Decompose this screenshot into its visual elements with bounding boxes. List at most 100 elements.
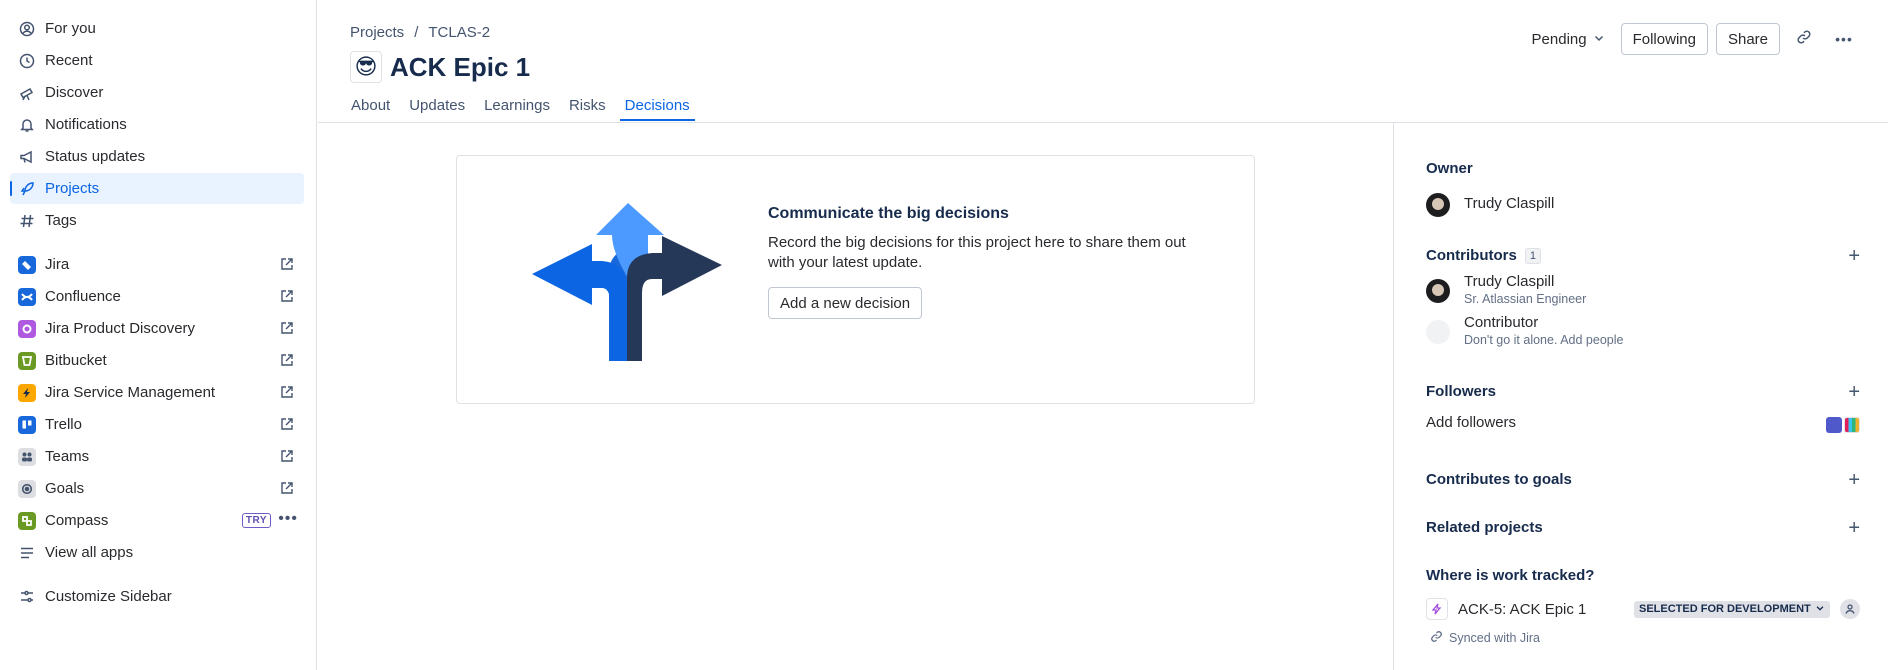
- bitbucket-icon: [18, 351, 36, 370]
- contributor-info: Trudy Claspill Sr. Atlassian Engineer: [1464, 273, 1586, 306]
- slack-app-icon: [1844, 417, 1860, 433]
- owner-person[interactable]: Trudy Claspill: [1426, 191, 1860, 217]
- sidebar-item-label: Trello: [45, 416, 82, 433]
- status-label: Pending: [1531, 30, 1587, 48]
- add-goal-plus-icon[interactable]: +: [1848, 470, 1860, 490]
- empty-state-text: Communicate the big decisions Record the…: [768, 205, 1188, 319]
- sidebar-app-goals[interactable]: Goals: [10, 473, 304, 504]
- add-follower-plus-icon[interactable]: +: [1848, 382, 1860, 402]
- tracked-item-name: ACK-5: ACK Epic 1: [1458, 600, 1587, 618]
- more-options-icon[interactable]: •••: [278, 510, 298, 528]
- tab-risks[interactable]: Risks: [564, 97, 611, 121]
- details-panel: Owner Trudy Claspill Contributors 1 + Tr…: [1393, 123, 1888, 670]
- contributor-person[interactable]: Trudy Claspill Sr. Atlassian Engineer: [1426, 273, 1860, 306]
- empty-state-description: Record the big decisions for this projec…: [768, 234, 1186, 271]
- work-tracked-heading: Where is work tracked?: [1426, 567, 1595, 584]
- sidebar-item-recent[interactable]: Recent: [10, 45, 304, 76]
- empty-avatar-icon: [1426, 320, 1450, 344]
- owner-heading: Owner: [1426, 160, 1473, 177]
- sidebar: For you Recent Discover Notifications St…: [0, 0, 317, 670]
- goals-icon: [18, 479, 36, 498]
- contributor-role: Sr. Atlassian Engineer: [1464, 292, 1587, 306]
- contributors-heading: Contributors 1: [1426, 247, 1860, 264]
- status-dropdown[interactable]: Pending: [1524, 23, 1613, 55]
- copy-link-button[interactable]: [1788, 23, 1820, 55]
- bell-icon: [18, 116, 36, 134]
- compass-icon: [18, 511, 36, 530]
- share-button[interactable]: Share: [1715, 23, 1780, 55]
- sidebar-item-label: Discover: [45, 84, 104, 101]
- avatar: [1426, 193, 1450, 217]
- add-decision-button[interactable]: Add a new decision: [768, 287, 923, 319]
- add-related-project-plus-icon[interactable]: +: [1848, 518, 1860, 538]
- external-link-icon: [280, 353, 294, 367]
- sidebar-item-projects[interactable]: Projects: [10, 173, 304, 204]
- sidebar-view-all-apps[interactable]: View all apps: [10, 537, 304, 568]
- goals-section: Contributes to goals +: [1426, 470, 1860, 490]
- breadcrumb-project-key[interactable]: TCLAS-2: [428, 24, 490, 41]
- add-followers-link[interactable]: Add followers: [1426, 414, 1860, 431]
- breadcrumb: Projects / TCLAS-2: [350, 24, 490, 41]
- sidebar-item-status-updates[interactable]: Status updates: [10, 141, 304, 172]
- sidebar-item-notifications[interactable]: Notifications: [10, 109, 304, 140]
- sidebar-item-label: Projects: [45, 180, 100, 197]
- assignee-icon[interactable]: [1840, 599, 1860, 619]
- sidebar-app-trello[interactable]: Trello: [10, 409, 304, 440]
- sidebar-item-label: Goals: [45, 480, 85, 497]
- tab-learnings[interactable]: Learnings: [479, 97, 555, 121]
- breadcrumb-projects[interactable]: Projects: [350, 24, 404, 41]
- chevron-down-icon: [1815, 603, 1825, 616]
- tracked-status-lozenge[interactable]: SELECTED FOR DEVELOPMENT: [1634, 600, 1830, 618]
- sidebar-item-label: Teams: [45, 448, 90, 465]
- external-link-icon: [280, 417, 294, 431]
- lightning-icon: [1426, 598, 1448, 620]
- sidebar-app-compass[interactable]: Compass TRY •••: [10, 505, 304, 536]
- sidebar-item-label: Customize Sidebar: [45, 588, 172, 605]
- teams-icon: [18, 447, 36, 466]
- external-link-icon: [280, 257, 294, 271]
- external-link-icon: [280, 385, 294, 399]
- following-button[interactable]: Following: [1620, 23, 1708, 55]
- add-contributor-plus-icon[interactable]: +: [1848, 246, 1860, 266]
- tab-about[interactable]: About: [346, 97, 395, 121]
- try-badge: TRY: [241, 513, 271, 528]
- sidebar-item-tags[interactable]: Tags: [10, 205, 304, 236]
- sidebar-item-label: Jira Product Discovery: [45, 320, 196, 337]
- more-horizontal-icon: •••: [1835, 31, 1853, 47]
- integrations-icons[interactable]: [1826, 417, 1860, 433]
- related-projects-section: Related projects +: [1426, 518, 1860, 538]
- synced-label: Synced with Jira: [1449, 631, 1541, 645]
- sidebar-item-label: Tags: [45, 212, 77, 229]
- contributors-count-badge: 1: [1524, 247, 1541, 264]
- empty-state-heading: Communicate the big decisions: [768, 205, 1009, 222]
- sidebar-item-label: View all apps: [45, 544, 134, 561]
- title-row: 😎 ACK Epic 1: [350, 51, 530, 83]
- sidebar-item-discover[interactable]: Discover: [10, 77, 304, 108]
- sidebar-app-bitbucket[interactable]: Bitbucket: [10, 345, 304, 376]
- add-contributor-placeholder[interactable]: Contributor Don't go it alone. Add peopl…: [1426, 314, 1860, 347]
- tab-updates[interactable]: Updates: [404, 97, 470, 121]
- teams-app-icon: [1826, 417, 1842, 433]
- sidebar-app-teams[interactable]: Teams: [10, 441, 304, 472]
- product-discovery-icon: [18, 319, 36, 338]
- tab-decisions[interactable]: Decisions: [619, 97, 695, 121]
- page-title[interactable]: ACK Epic 1: [390, 52, 530, 83]
- sidebar-app-confluence[interactable]: Confluence: [10, 281, 304, 312]
- sidebar-item-for-you[interactable]: For you: [10, 13, 304, 44]
- more-actions-button[interactable]: •••: [1828, 23, 1860, 55]
- contributor-placeholder-info: Contributor Don't go it alone. Add peopl…: [1464, 314, 1623, 347]
- sidebar-app-jira-product-discovery[interactable]: Jira Product Discovery: [10, 313, 304, 344]
- tracked-work-item[interactable]: ACK-5: ACK Epic 1 SELECTED FOR DEVELOPME…: [1426, 598, 1860, 620]
- sidebar-app-jira[interactable]: Jira: [10, 249, 304, 280]
- sidebar-app-jira-service-management[interactable]: Jira Service Management: [10, 377, 304, 408]
- service-management-icon: [18, 383, 36, 402]
- project-emoji[interactable]: 😎: [350, 51, 382, 83]
- contributor-placeholder-title: Contributor: [1464, 314, 1539, 331]
- tabs: About Updates Learnings Risks Decisions: [346, 97, 704, 121]
- sidebar-item-label: Recent: [45, 52, 93, 69]
- link-icon: [1430, 630, 1443, 646]
- sidebar-customize[interactable]: Customize Sidebar: [10, 581, 304, 612]
- contributor-placeholder-sub: Don't go it alone. Add people: [1464, 333, 1624, 347]
